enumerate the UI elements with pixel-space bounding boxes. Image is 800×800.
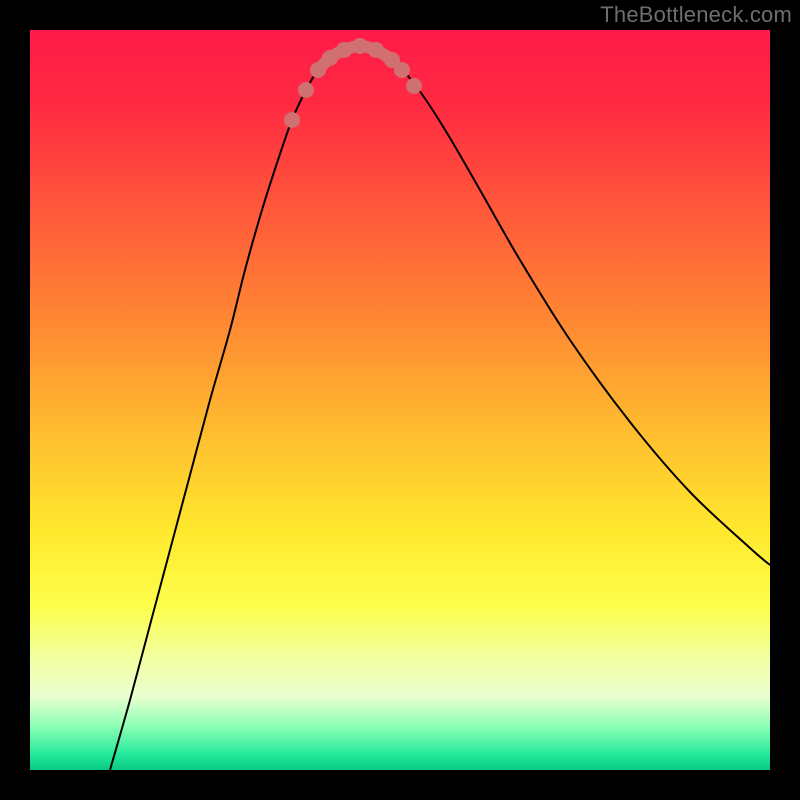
plot-area bbox=[30, 30, 770, 770]
curve-layer bbox=[30, 30, 770, 770]
marker-dot bbox=[336, 42, 352, 58]
marker-dot bbox=[352, 38, 368, 54]
marker-dot bbox=[298, 82, 314, 98]
marker-dot bbox=[406, 78, 422, 94]
marker-dot bbox=[322, 50, 338, 66]
bottleneck-curve bbox=[110, 46, 770, 770]
marker-dot bbox=[284, 112, 300, 128]
marker-dot bbox=[368, 42, 384, 58]
chart-frame: TheBottleneck.com bbox=[0, 0, 800, 800]
marker-dot bbox=[310, 62, 326, 78]
marker-dot bbox=[394, 62, 410, 78]
watermark-text: TheBottleneck.com bbox=[600, 2, 792, 28]
